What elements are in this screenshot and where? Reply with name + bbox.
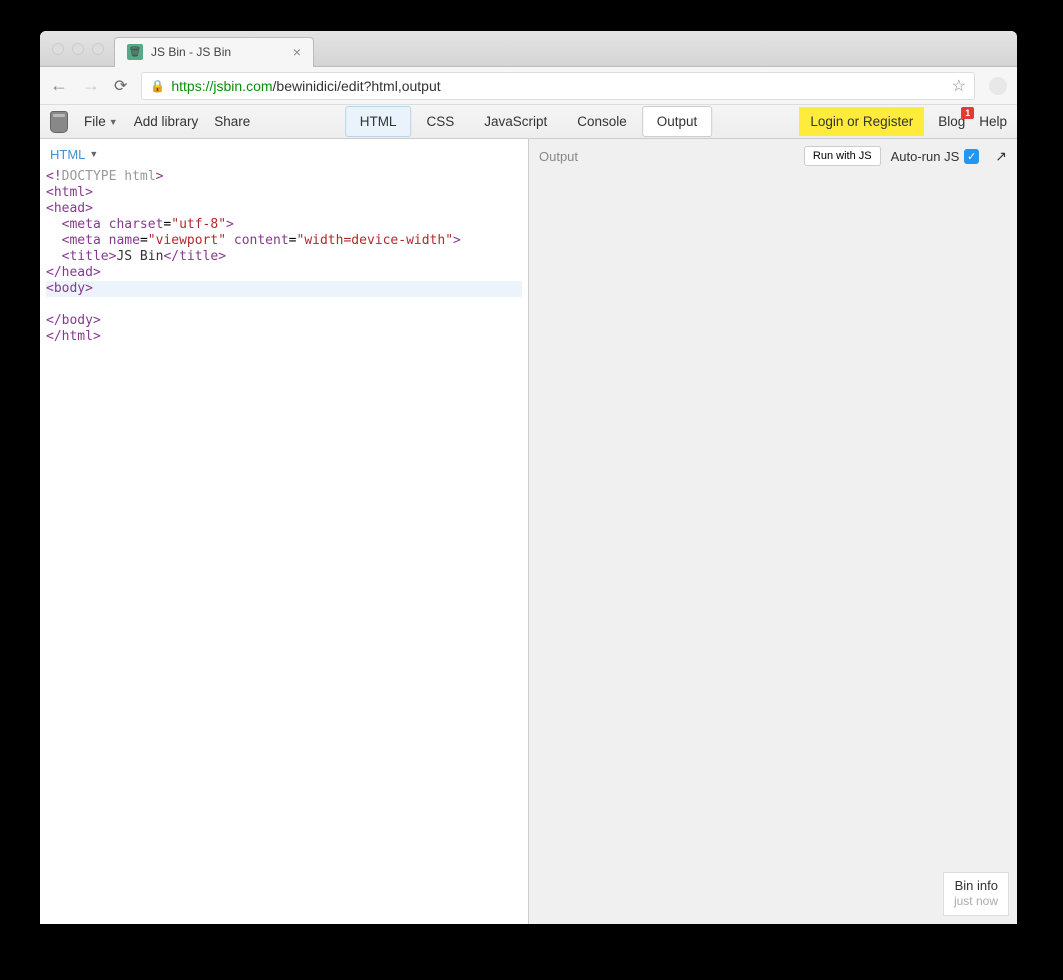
share-button[interactable]: Share	[214, 114, 250, 129]
bin-info-time: just now	[954, 894, 998, 910]
add-library-button[interactable]: Add library	[134, 114, 199, 129]
code-line: <!DOCTYPE html>	[46, 169, 522, 185]
code-line: </body>	[46, 313, 522, 329]
back-button[interactable]: ←	[50, 75, 68, 96]
blog-badge: 1	[961, 107, 974, 119]
code-line: </head>	[46, 265, 522, 281]
code-line: <meta name="viewport" content="width=dev…	[46, 233, 522, 249]
login-register-button[interactable]: Login or Register	[799, 107, 924, 136]
browser-tab-inactive[interactable]	[312, 39, 352, 67]
file-menu-label: File	[84, 114, 106, 129]
reload-button[interactable]: ⟳	[114, 76, 127, 96]
close-window-button[interactable]	[52, 43, 64, 55]
blog-link[interactable]: Blog 1	[938, 114, 965, 129]
tab-output[interactable]: Output	[642, 106, 713, 137]
code-line: <title>JS Bin</title>	[46, 249, 522, 265]
tab-html[interactable]: HTML	[345, 106, 412, 137]
output-pane-header: Output Run with JS Auto-run JS ✓ ↗	[529, 139, 1017, 173]
auto-run-label: Auto-run JS	[891, 149, 960, 164]
window-controls	[52, 43, 104, 55]
html-language-dropdown[interactable]: HTML ▼	[50, 147, 98, 162]
forward-button[interactable]: →	[82, 75, 100, 96]
lock-icon: 🔒	[150, 79, 165, 93]
editor-pane-header: HTML ▼	[40, 139, 528, 169]
code-line: </html>	[46, 329, 522, 345]
auto-run-checkbox[interactable]: ✓	[964, 149, 979, 164]
browser-tab-bar: 🗑 JS Bin - JS Bin ×	[40, 31, 1017, 67]
code-editor[interactable]: <!DOCTYPE html><html><head> <meta charse…	[40, 169, 528, 924]
editor-pane-label: HTML	[50, 147, 85, 162]
url-host: https://jsbin.com	[171, 78, 272, 94]
jsbin-logo-icon[interactable]	[50, 111, 68, 133]
url-input[interactable]: 🔒 https://jsbin.com/bewinidici/edit?html…	[141, 72, 975, 100]
code-line	[46, 297, 522, 313]
jsbin-toolbar: File ▼ Add library Share HTML CSS JavaSc…	[40, 105, 1017, 139]
tab-console[interactable]: Console	[562, 106, 642, 137]
chevron-down-icon: ▼	[89, 149, 98, 159]
tab-title: JS Bin - JS Bin	[151, 45, 231, 59]
bookmark-star-icon[interactable]: ☆	[952, 76, 966, 96]
jsbin-favicon-icon: 🗑	[127, 44, 143, 60]
run-with-js-button[interactable]: Run with JS	[804, 146, 881, 166]
tab-css[interactable]: CSS	[411, 106, 469, 137]
chevron-down-icon: ▼	[109, 117, 118, 127]
file-menu[interactable]: File ▼	[84, 114, 118, 129]
close-tab-button[interactable]: ×	[293, 44, 301, 60]
tab-javascript[interactable]: JavaScript	[469, 106, 562, 137]
maximize-window-button[interactable]	[92, 43, 104, 55]
extension-icon[interactable]	[989, 77, 1007, 95]
browser-window: 🗑 JS Bin - JS Bin × ← → ⟳ 🔒 https://jsbi…	[40, 31, 1017, 924]
editor-area: HTML ▼ <!DOCTYPE html><html><head> <meta…	[40, 139, 1017, 924]
help-link[interactable]: Help	[979, 114, 1007, 129]
browser-address-bar: ← → ⟳ 🔒 https://jsbin.com/bewinidici/edi…	[40, 67, 1017, 105]
bin-info-title: Bin info	[954, 878, 998, 895]
output-pane: Output Run with JS Auto-run JS ✓ ↗ Bin i…	[529, 139, 1017, 924]
code-line: <head>	[46, 201, 522, 217]
browser-tab-active[interactable]: 🗑 JS Bin - JS Bin ×	[114, 37, 314, 67]
code-line: <body>	[46, 281, 522, 297]
auto-run-toggle[interactable]: Auto-run JS ✓	[891, 149, 980, 164]
html-editor-pane: HTML ▼ <!DOCTYPE html><html><head> <meta…	[40, 139, 529, 924]
output-pane-label: Output	[539, 149, 578, 164]
expand-icon[interactable]: ↗	[995, 148, 1007, 165]
output-iframe[interactable]	[529, 173, 1017, 924]
panel-tabs: HTML CSS JavaScript Console Output	[345, 106, 713, 137]
bin-info-box[interactable]: Bin info just now	[943, 872, 1009, 916]
url-path: /bewinidici/edit?html,output	[273, 78, 441, 94]
code-line: <meta charset="utf-8">	[46, 217, 522, 233]
code-line: <html>	[46, 185, 522, 201]
minimize-window-button[interactable]	[72, 43, 84, 55]
